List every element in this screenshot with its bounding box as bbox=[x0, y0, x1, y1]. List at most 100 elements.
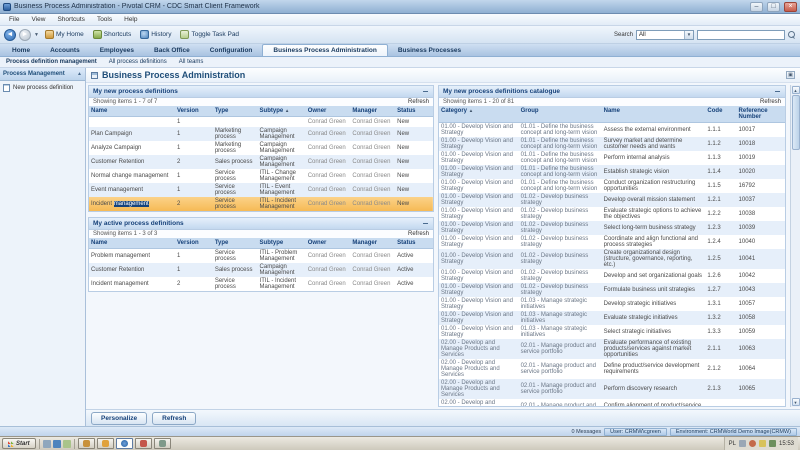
tab-employees[interactable]: Employees bbox=[90, 45, 144, 56]
table-row[interactable]: 01.00 - Develop Vision and Strategy01.02… bbox=[439, 235, 785, 249]
scrollbar-thumb[interactable] bbox=[792, 95, 800, 150]
tab-configuration[interactable]: Configuration bbox=[200, 45, 263, 56]
taskbar-app-button[interactable] bbox=[135, 438, 152, 449]
column-header-version[interactable]: Version bbox=[175, 106, 213, 117]
table-row[interactable]: Incident management2Service processITIL … bbox=[89, 277, 433, 291]
table-row[interactable]: 02.00 - Develop and Manage Products and … bbox=[439, 359, 785, 379]
back-icon[interactable]: ◄ bbox=[4, 29, 16, 41]
collapse-panel-icon[interactable] bbox=[774, 88, 781, 95]
table-row[interactable]: Analyze Campaign1Marketing processCampai… bbox=[89, 141, 433, 155]
my-home-button[interactable]: My Home bbox=[42, 29, 87, 40]
tab-business-process-administration[interactable]: Business Process Administration bbox=[262, 44, 387, 56]
taskbar-app-button[interactable] bbox=[154, 438, 171, 449]
tray-icon[interactable] bbox=[749, 440, 756, 447]
table-row[interactable]: 01.00 - Develop Vision and Strategy01.03… bbox=[439, 325, 785, 339]
column-header-owner[interactable]: Owner bbox=[306, 238, 351, 249]
table-row[interactable]: 02.00 - Develop and Manage Products and … bbox=[439, 379, 785, 399]
table-row[interactable]: Customer Retention1Sales processCampaign… bbox=[89, 263, 433, 277]
tray-icon[interactable] bbox=[739, 440, 746, 447]
refresh-link[interactable]: Refresh bbox=[408, 231, 429, 237]
toggle-task-pad-button[interactable]: Toggle Task Pad bbox=[177, 29, 242, 40]
quick-launch-icon[interactable] bbox=[43, 440, 51, 448]
table-row[interactable]: 01.00 - Develop Vision and Strategy01.01… bbox=[439, 179, 785, 193]
column-header-type[interactable]: Type bbox=[213, 238, 258, 249]
table-row[interactable]: Customer Retention2Sales processCampaign… bbox=[89, 155, 433, 169]
refresh-link[interactable]: Refresh bbox=[760, 99, 781, 105]
tab-accounts[interactable]: Accounts bbox=[40, 45, 90, 56]
column-header-subtype[interactable]: Subtype ▲ bbox=[258, 106, 306, 117]
menu-file[interactable]: File bbox=[3, 16, 25, 23]
maximize-icon[interactable]: □ bbox=[767, 2, 780, 12]
column-header-name[interactable]: Name bbox=[89, 106, 175, 117]
collapse-panel-icon[interactable] bbox=[422, 220, 429, 227]
table-row[interactable]: Problem management1Service processITIL -… bbox=[89, 248, 433, 263]
column-header-manager[interactable]: Manager bbox=[350, 238, 395, 249]
table-row[interactable]: 02.00 - Develop and Manage Products and … bbox=[439, 399, 785, 407]
personalize-button[interactable]: Personalize bbox=[91, 412, 147, 425]
vertical-scrollbar[interactable]: ▲ ▼ bbox=[790, 85, 800, 407]
column-header-status[interactable]: Status bbox=[395, 238, 433, 249]
table-row[interactable]: Normal change management1Service process… bbox=[89, 169, 433, 183]
table-row[interactable]: Plan Campaign1Marketing processCampaign … bbox=[89, 127, 433, 141]
column-header-status[interactable]: Status bbox=[395, 106, 433, 117]
search-icon[interactable] bbox=[788, 31, 796, 39]
quick-launch-icon[interactable] bbox=[63, 440, 71, 448]
table-row[interactable]: 1Conrad GreenConrad GreenNew bbox=[89, 117, 433, 127]
column-header-reference-number[interactable]: Reference Number bbox=[737, 106, 785, 123]
menu-shortcuts[interactable]: Shortcuts bbox=[51, 16, 90, 23]
status-user[interactable]: User: CRMW\cgreen bbox=[604, 428, 667, 436]
menu-view[interactable]: View bbox=[25, 16, 51, 23]
scroll-up-icon[interactable]: ▲ bbox=[792, 86, 800, 94]
table-row[interactable]: 01.00 - Develop Vision and Strategy01.01… bbox=[439, 123, 785, 138]
column-header-group[interactable]: Group bbox=[519, 106, 602, 123]
table-row[interactable]: 01.00 - Develop Vision and Strategy01.02… bbox=[439, 207, 785, 221]
table-row[interactable]: Event management1Service processITIL - E… bbox=[89, 183, 433, 197]
column-header-code[interactable]: Code bbox=[705, 106, 736, 123]
refresh-link[interactable]: Refresh bbox=[408, 99, 429, 105]
refresh-button[interactable]: Refresh bbox=[152, 412, 196, 425]
language-indicator[interactable]: PL bbox=[729, 441, 736, 447]
messages-count[interactable]: 0 Messages bbox=[571, 429, 601, 435]
tab-home[interactable]: Home bbox=[2, 45, 40, 56]
table-row[interactable]: Incident management2Service processITIL … bbox=[89, 197, 433, 211]
minimize-icon[interactable]: – bbox=[750, 2, 763, 12]
tray-icon[interactable] bbox=[759, 440, 766, 447]
subtab-all-process-definitions[interactable]: All process definitions bbox=[109, 59, 167, 65]
column-header-name[interactable]: Name bbox=[602, 106, 706, 123]
search-input[interactable] bbox=[697, 30, 785, 40]
collapse-panel-icon[interactable] bbox=[422, 88, 429, 95]
column-header-type[interactable]: Type bbox=[213, 106, 258, 117]
panel-maximize-button[interactable]: ▣ bbox=[786, 71, 795, 79]
forward-icon[interactable]: ► bbox=[19, 29, 31, 41]
table-row[interactable]: 01.00 - Develop Vision and Strategy01.01… bbox=[439, 151, 785, 165]
subtab-all-teams[interactable]: All teams bbox=[179, 59, 204, 65]
taskbar-app-button-active[interactable] bbox=[116, 438, 133, 449]
column-header-version[interactable]: Version bbox=[175, 238, 213, 249]
table-row[interactable]: 01.00 - Develop Vision and Strategy01.03… bbox=[439, 297, 785, 311]
shortcuts-button[interactable]: Shortcuts bbox=[90, 29, 134, 40]
clock[interactable]: 15:53 bbox=[779, 441, 794, 447]
nav-dropdown-icon[interactable]: ▼ bbox=[34, 32, 39, 38]
column-header-name[interactable]: Name bbox=[89, 238, 175, 249]
table-row[interactable]: 01.00 - Develop Vision and Strategy01.02… bbox=[439, 249, 785, 269]
column-header-category[interactable]: Category ▲ bbox=[439, 106, 519, 123]
tab-back-office[interactable]: Back Office bbox=[144, 45, 200, 56]
table-row[interactable]: 02.00 - Develop and Manage Products and … bbox=[439, 339, 785, 359]
collapse-pane-icon[interactable]: ▲ bbox=[77, 71, 82, 77]
status-environment[interactable]: Environment: CRMWorld Demo Image(CRMW) bbox=[670, 428, 797, 436]
column-header-manager[interactable]: Manager bbox=[350, 106, 395, 117]
scroll-down-icon[interactable]: ▼ bbox=[792, 398, 800, 406]
search-scope-select[interactable]: All ▼ bbox=[636, 30, 694, 40]
table-row[interactable]: 01.00 - Develop Vision and Strategy01.02… bbox=[439, 269, 785, 283]
quick-launch-icon[interactable] bbox=[53, 440, 61, 448]
close-icon[interactable]: × bbox=[784, 2, 797, 12]
history-button[interactable]: History bbox=[137, 29, 174, 40]
taskbar-app-button[interactable] bbox=[97, 438, 114, 449]
subtab-process-definition-management[interactable]: Process definition management bbox=[6, 59, 97, 65]
column-header-subtype[interactable]: Subtype bbox=[258, 238, 306, 249]
table-row[interactable]: 01.00 - Develop Vision and Strategy01.02… bbox=[439, 221, 785, 235]
tray-icon[interactable] bbox=[769, 440, 776, 447]
table-row[interactable]: 01.00 - Develop Vision and Strategy01.02… bbox=[439, 193, 785, 207]
menu-help[interactable]: Help bbox=[118, 16, 143, 23]
table-row[interactable]: 01.00 - Develop Vision and Strategy01.02… bbox=[439, 283, 785, 297]
